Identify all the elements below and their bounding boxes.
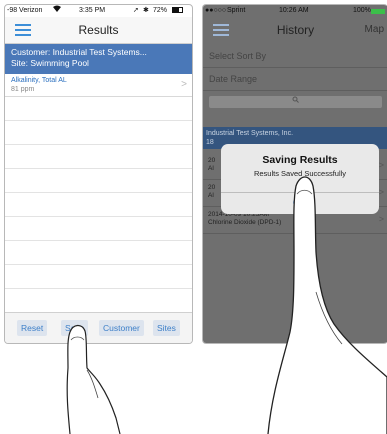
empty-row [5,289,192,313]
status-bar: -98 Verizon 3:35 PM ➚ ✱ 72% [5,5,192,17]
tapping-hand-icon [66,324,121,434]
empty-row [5,217,192,241]
navigation-bar: Results [5,17,192,44]
search-input[interactable] [209,96,382,108]
alert-title: Saving Results [262,154,338,166]
customer-label: Customer: Industrial Test Systems... [11,47,147,57]
time-label: 10:26 AM [279,7,309,14]
results-list: Alkalinity, Total AL 81 ppm > [5,74,192,337]
carrier-label: Sprint [227,7,246,14]
result-test-name: Alkalinity, Total AL [11,77,67,84]
empty-row [5,193,192,217]
sites-button[interactable]: Sites [153,320,180,336]
battery-percent: 72% [153,7,168,14]
search-icon [209,96,382,108]
result-value: 81 ppm [11,86,35,93]
empty-row [5,121,192,145]
company-label: Industrial Test Systems, Inc. [206,130,294,137]
carrier-label: -98 Verizon [7,7,43,14]
bluetooth-icon: ✱ [143,7,149,14]
wifi-icon [53,5,61,17]
empty-row [5,169,192,193]
battery-percent: 100% [353,7,371,14]
results-screen: -98 Verizon 3:35 PM ➚ ✱ 72% Results Cust… [4,4,193,344]
empty-row [5,97,192,121]
site-label: Site: Swimming Pool [11,58,89,68]
battery-icon [371,9,385,14]
chevron-right-icon: > [378,160,384,170]
select-sort-by-row[interactable]: Select Sort By [203,45,387,68]
page-title: Results [78,23,119,37]
navigation-bar: History Map [203,17,387,43]
map-button[interactable]: Map [365,24,384,35]
time-label: 3:35 PM [79,7,106,14]
empty-row [5,145,192,169]
page-title: History [276,23,315,37]
location-icon: ➚ [133,7,139,14]
customer-site-header[interactable]: Customer: Industrial Test Systems... Sit… [5,44,192,74]
status-bar: ●●○○○ Sprint 10:26 AM 100% [203,5,387,17]
chevron-right-icon: > [181,79,187,90]
result-row[interactable]: Alkalinity, Total AL 81 ppm > [5,74,192,97]
battery-icon [170,5,183,17]
signal-dots-icon: ●●○○○ [205,7,227,14]
empty-row [5,265,192,289]
empty-row [5,241,192,265]
date-range-row[interactable]: Date Range [203,68,387,91]
tapping-hand-icon [267,176,387,434]
